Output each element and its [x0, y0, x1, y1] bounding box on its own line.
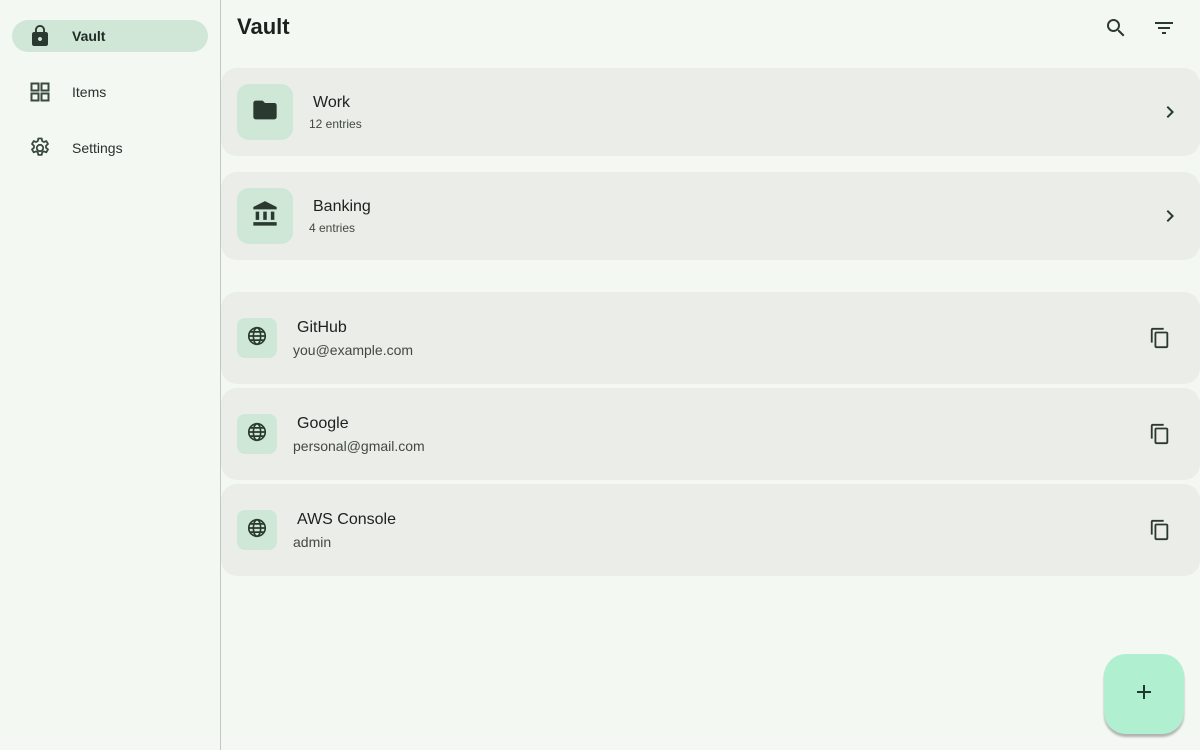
- entry-title: AWS Console: [297, 511, 396, 528]
- globe-icon: [246, 421, 268, 448]
- grid-icon: [28, 80, 52, 104]
- sidebar-item-label: Items: [72, 84, 107, 100]
- entry-card-github[interactable]: GitHub you@example.com: [221, 292, 1200, 384]
- entry-icon-container: [237, 510, 277, 550]
- folder-title: Banking: [313, 198, 371, 215]
- copy-icon[interactable]: [1148, 422, 1172, 446]
- chevron-right-icon: [1158, 204, 1182, 228]
- folder-icon-container: [237, 84, 293, 140]
- app-window: Vault Items Settings Vault Work 12 entri…: [0, 0, 1200, 750]
- filter-icon[interactable]: [1152, 16, 1176, 40]
- page-title: Vault: [237, 14, 290, 39]
- gear-icon: [28, 136, 52, 160]
- chevron-right-icon: [1158, 100, 1182, 124]
- entry-icon-container: [237, 318, 277, 358]
- entry-icon-container: [237, 414, 277, 454]
- globe-icon: [246, 517, 268, 544]
- sidebar-item-label: Vault: [72, 28, 106, 44]
- folder-card-work[interactable]: Work 12 entries: [221, 68, 1200, 156]
- entry-card-aws-console[interactable]: AWS Console admin: [221, 484, 1200, 576]
- sidebar-item-vault[interactable]: Vault: [12, 20, 208, 52]
- copy-icon[interactable]: [1148, 326, 1172, 350]
- sidebar-item-settings[interactable]: Settings: [12, 132, 208, 164]
- sidebar-item-label: Settings: [72, 140, 123, 156]
- sidebar-item-items[interactable]: Items: [12, 76, 208, 108]
- plus-icon: [1132, 680, 1156, 709]
- navigation-sidebar: Vault Items Settings: [0, 0, 221, 750]
- lock-icon: [28, 24, 52, 48]
- search-icon[interactable]: [1104, 16, 1128, 40]
- entry-card-google[interactable]: Google personal@gmail.com: [221, 388, 1200, 480]
- entry-username: personal@gmail.com: [293, 438, 425, 454]
- folder-card-banking[interactable]: Banking 4 entries: [221, 172, 1200, 260]
- folder-entry-count: 4 entries: [309, 221, 356, 235]
- folder-title: Work: [313, 94, 351, 111]
- entry-username: admin: [293, 534, 332, 550]
- entry-title: GitHub: [297, 319, 347, 336]
- entry-username: you@example.com: [293, 342, 414, 358]
- globe-icon: [246, 325, 268, 352]
- add-entry-button[interactable]: [1104, 654, 1184, 734]
- copy-icon[interactable]: [1148, 518, 1172, 542]
- entry-title: Google: [297, 415, 349, 432]
- bank-icon: [251, 200, 279, 233]
- folder-icon: [251, 96, 279, 129]
- folder-entry-count: 12 entries: [309, 117, 362, 131]
- folder-icon-container: [237, 188, 293, 244]
